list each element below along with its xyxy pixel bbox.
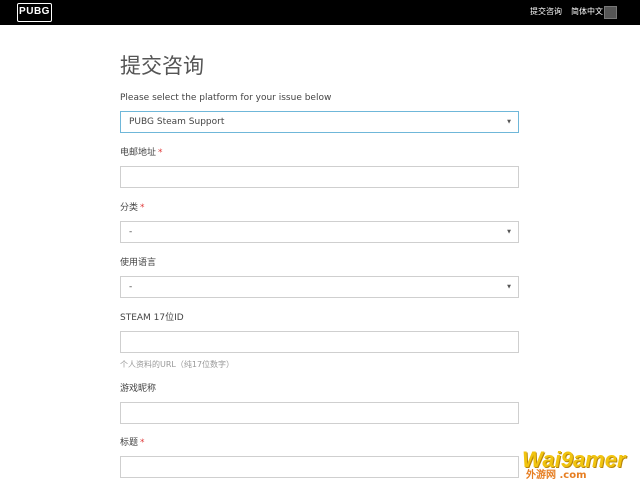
pubg-logo[interactable]: PUBG bbox=[17, 3, 52, 22]
platform-select-value: PUBG Steam Support bbox=[129, 117, 225, 127]
subject-label-text: 标题 bbox=[120, 438, 139, 448]
nav-language[interactable]: 简体中文 bbox=[571, 6, 603, 18]
required-marker: * bbox=[140, 438, 145, 448]
category-select-value: - bbox=[129, 227, 133, 237]
subject-field[interactable] bbox=[120, 456, 519, 478]
user-avatar[interactable] bbox=[604, 6, 617, 19]
platform-label: Please select the platform for your issu… bbox=[120, 92, 331, 104]
top-bar: PUBG 提交咨询 简体中文 bbox=[0, 0, 640, 25]
platform-select[interactable]: PUBG Steam Support ▼ bbox=[120, 111, 519, 133]
chevron-down-icon: ▼ bbox=[507, 284, 511, 290]
nickname-field[interactable] bbox=[120, 402, 519, 424]
chevron-down-icon: ▼ bbox=[507, 229, 511, 235]
nickname-label-text: 游戏昵称 bbox=[120, 384, 157, 394]
language-select-value: - bbox=[129, 282, 133, 292]
category-label-text: 分类 bbox=[120, 203, 139, 213]
email-field[interactable] bbox=[120, 166, 519, 188]
platform-label-text: Please select the platform for your issu… bbox=[120, 93, 332, 103]
language-select[interactable]: - ▼ bbox=[120, 276, 519, 298]
page-title: 提交咨询 bbox=[120, 54, 204, 78]
watermark-sub: 外游网 .com bbox=[526, 470, 587, 481]
chevron-down-icon: ▼ bbox=[507, 119, 511, 125]
steam-id-hint: 个人资料的URL（纯17位数字） bbox=[120, 360, 235, 369]
steam-id-label-text: STEAM 17位ID bbox=[120, 313, 184, 323]
steam-id-label: STEAM 17位ID bbox=[120, 312, 184, 324]
category-label: 分类 * bbox=[120, 202, 145, 214]
subject-label: 标题 * bbox=[120, 437, 145, 449]
nav-submit-request[interactable]: 提交咨询 bbox=[530, 6, 562, 18]
site-watermark: Wai9amer 外游网 .com bbox=[520, 448, 636, 482]
nickname-label: 游戏昵称 bbox=[120, 383, 156, 395]
required-marker: * bbox=[140, 203, 145, 213]
steam-id-field[interactable] bbox=[120, 331, 519, 353]
email-label-text: 电邮地址 bbox=[120, 148, 157, 158]
category-select[interactable]: - ▼ bbox=[120, 221, 519, 243]
email-label: 电邮地址 * bbox=[120, 147, 163, 159]
language-label-text: 使用语言 bbox=[120, 258, 157, 268]
language-label: 使用语言 bbox=[120, 257, 156, 269]
watermark-word: Wai9amer bbox=[522, 447, 626, 472]
logo-text: PUBG bbox=[19, 6, 50, 17]
required-marker: * bbox=[158, 148, 163, 158]
